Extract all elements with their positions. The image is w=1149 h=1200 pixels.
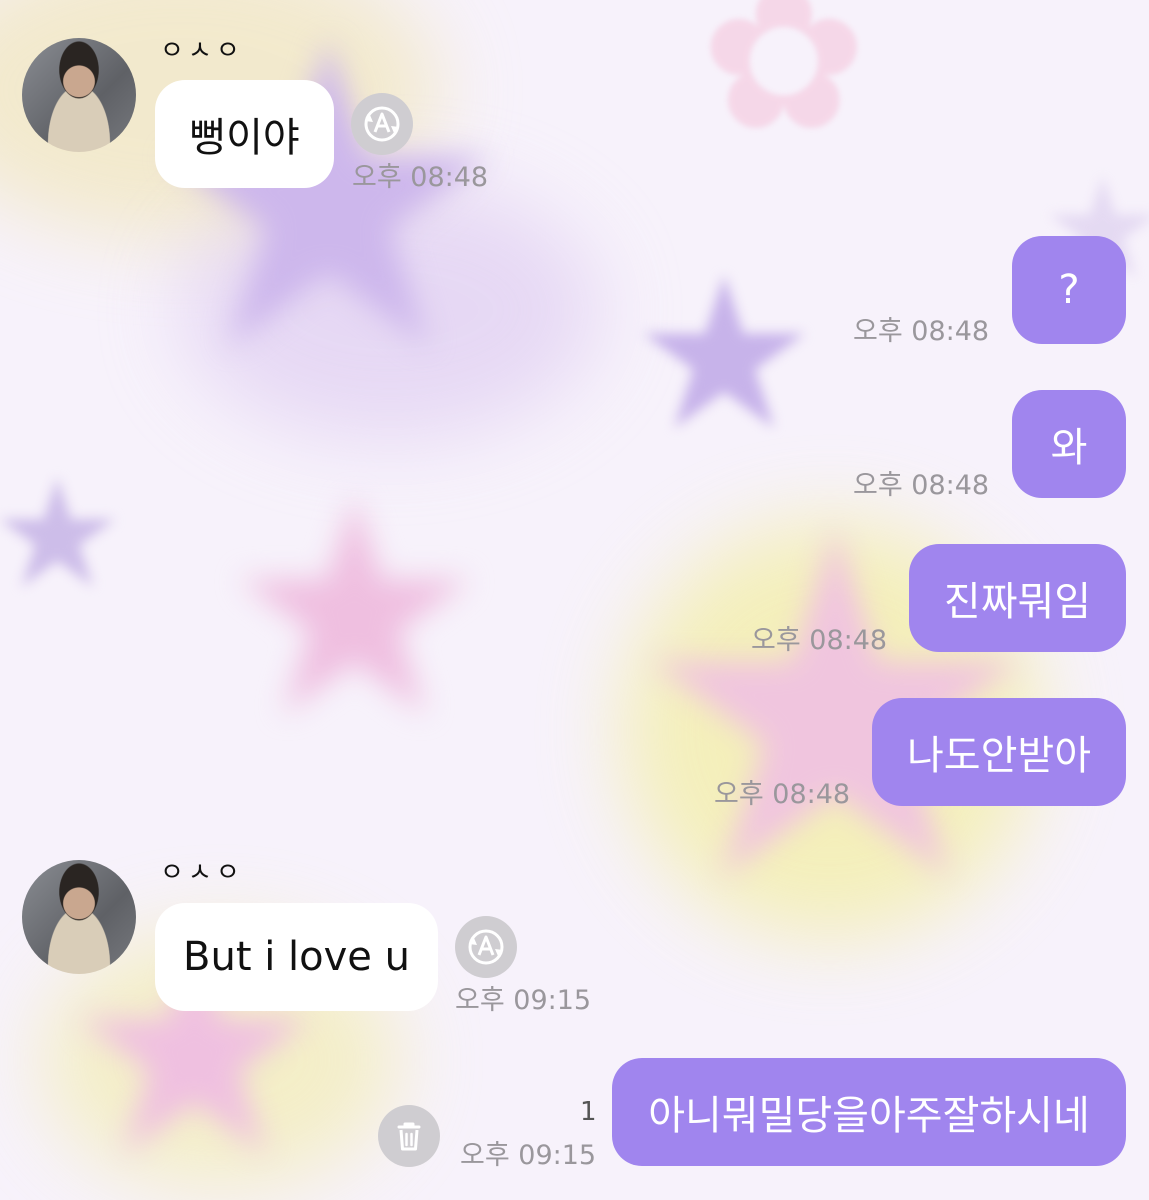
sender-name: ㅇㅅㅇ bbox=[160, 858, 244, 888]
translate-icon bbox=[364, 106, 400, 142]
translate-button[interactable] bbox=[455, 916, 517, 978]
delete-button[interactable] bbox=[378, 1105, 440, 1167]
sender-name: ㅇㅅㅇ bbox=[160, 36, 244, 66]
contact-avatar[interactable] bbox=[22, 38, 136, 152]
star-decoration: ★ bbox=[0, 448, 125, 622]
message-text: 나도안받아 bbox=[907, 733, 1091, 779]
message-timestamp: 오후 09:15 bbox=[460, 1140, 597, 1171]
message-bubble-incoming[interactable]: 뻥이야 bbox=[155, 80, 334, 188]
message-text: 진짜뭐임 bbox=[943, 579, 1092, 625]
message-bubble-incoming[interactable]: But i love u bbox=[155, 903, 438, 1011]
message-bubble-outgoing[interactable]: 아니뭐밀당을아주잘하시네 bbox=[612, 1058, 1126, 1166]
flower-decoration: ✿ bbox=[700, 0, 868, 176]
message-bubble-outgoing[interactable]: ? bbox=[1012, 236, 1126, 344]
trash-icon bbox=[397, 1122, 421, 1151]
message-text: 아니뭐밀당을아주잘하시네 bbox=[648, 1093, 1090, 1139]
translate-button[interactable] bbox=[351, 93, 413, 155]
message-bubble-outgoing[interactable]: 와 bbox=[1012, 390, 1126, 498]
message-text: ? bbox=[1058, 267, 1080, 313]
contact-avatar[interactable] bbox=[22, 860, 136, 974]
message-timestamp: 오후 08:48 bbox=[853, 470, 990, 501]
message-text: 뻥이야 bbox=[189, 115, 300, 161]
unread-count: 1 bbox=[580, 1097, 597, 1127]
message-timestamp: 오후 08:48 bbox=[352, 162, 489, 193]
star-decoration: ★ bbox=[220, 435, 489, 784]
star-decoration: ★ bbox=[630, 232, 819, 477]
translate-icon bbox=[468, 929, 504, 965]
message-timestamp: 오후 09:15 bbox=[455, 985, 592, 1016]
message-text: 와 bbox=[1050, 425, 1088, 471]
message-timestamp: 오후 08:48 bbox=[853, 316, 990, 347]
message-timestamp: 오후 08:48 bbox=[714, 779, 851, 810]
message-bubble-outgoing[interactable]: 나도안받아 bbox=[872, 698, 1126, 806]
message-bubble-outgoing[interactable]: 진짜뭐임 bbox=[909, 544, 1126, 652]
message-timestamp: 오후 08:48 bbox=[751, 625, 888, 656]
message-text: But i love u bbox=[183, 934, 410, 980]
